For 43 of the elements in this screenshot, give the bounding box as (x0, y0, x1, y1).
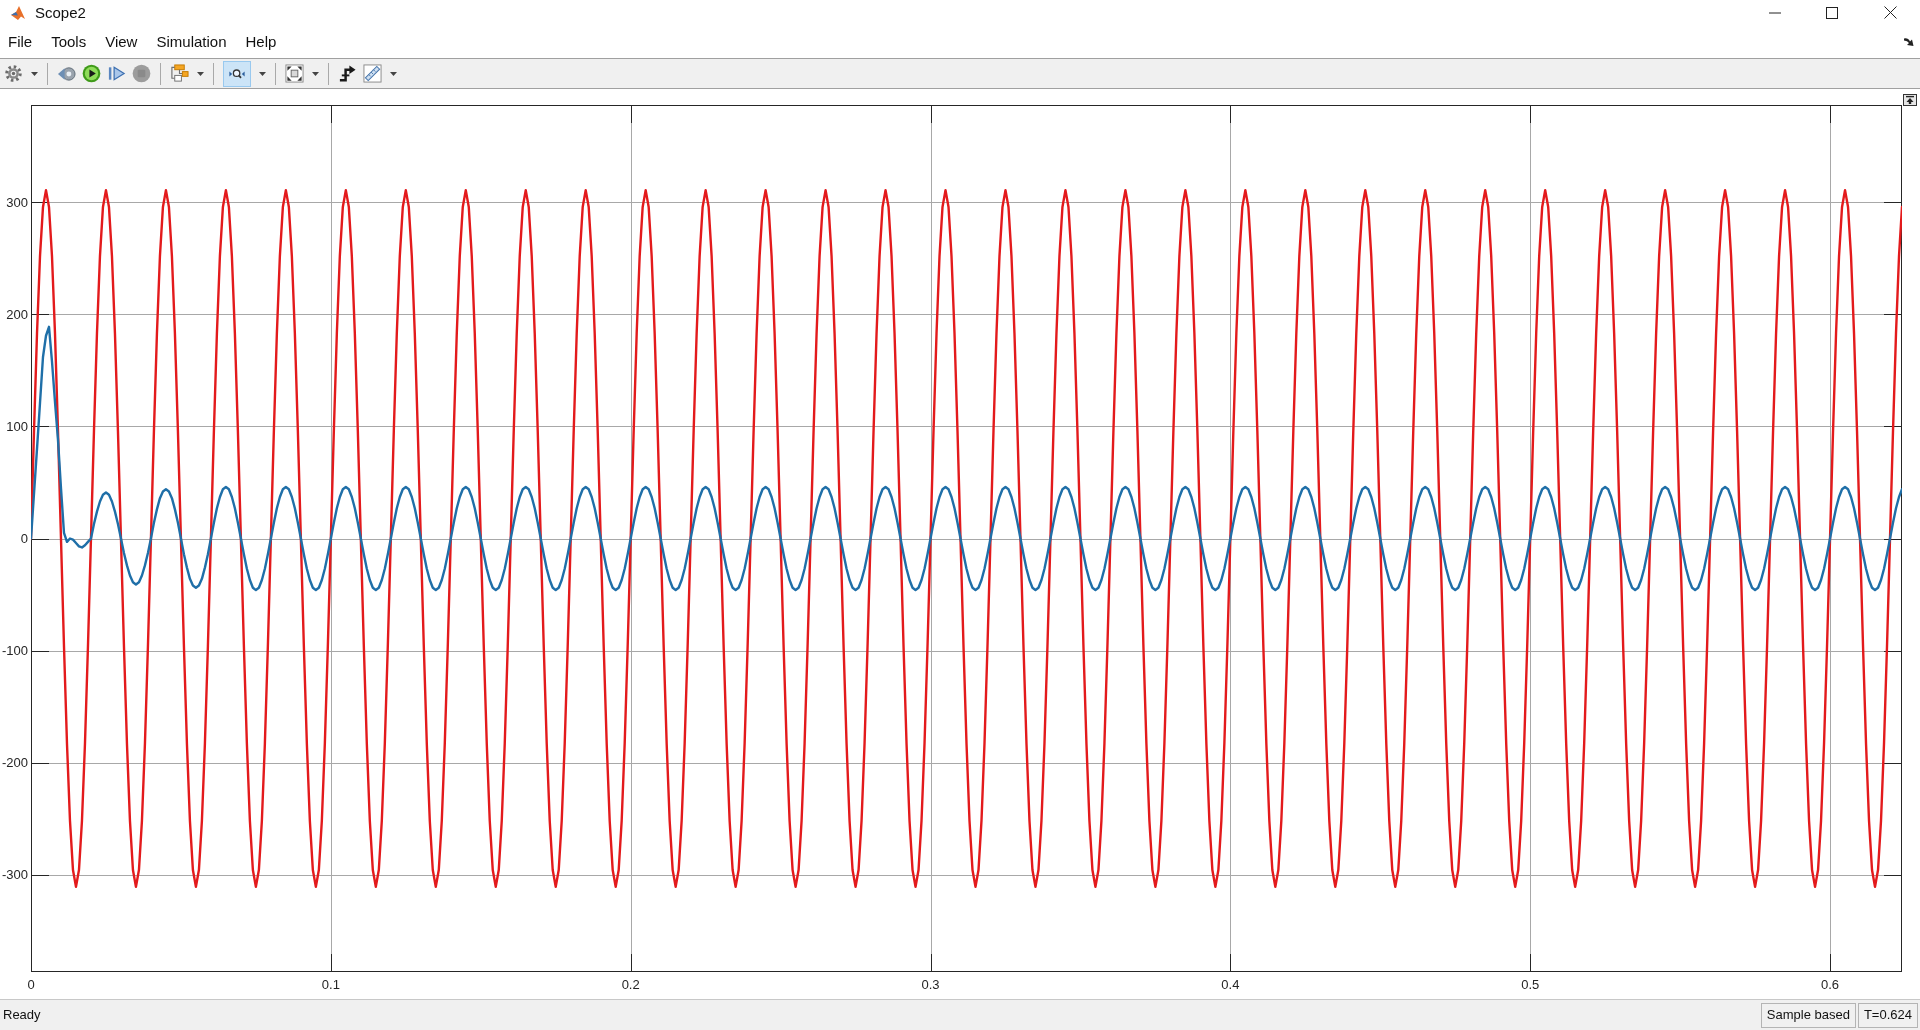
menu-item[interactable]: File (7, 34, 34, 49)
caret-icon[interactable] (390, 71, 397, 76)
x-tick-label: 0.3 (921, 977, 940, 992)
close-icon[interactable] (1884, 6, 1897, 19)
x-tick-label: 0.2 (621, 977, 640, 992)
caret-icon[interactable] (259, 71, 266, 76)
step-signal-icon[interactable] (338, 64, 357, 83)
y-tick-label: 200 (6, 306, 28, 322)
zoom-icon[interactable] (223, 60, 251, 87)
y-tick-label: 300 (6, 194, 28, 210)
caret-icon[interactable] (31, 71, 38, 76)
curved-arrow-icon[interactable] (1903, 36, 1915, 47)
ruler-icon[interactable] (363, 64, 382, 83)
maximize-icon[interactable] (1826, 6, 1838, 19)
up-arrow-box-icon[interactable] (1903, 94, 1917, 106)
menu-item[interactable]: Tools (50, 34, 88, 49)
y-tick-label: 100 (6, 419, 28, 434)
app-logo-icon (10, 4, 26, 21)
x-tick-label: 0 (27, 977, 35, 992)
menu-item[interactable]: Simulation (155, 34, 228, 49)
step-forward-icon[interactable] (107, 64, 126, 83)
y-tick-label: 0 (20, 531, 28, 546)
y-tick-label: -100 (1, 643, 28, 658)
step-back-icon[interactable] (57, 64, 76, 83)
caret-icon[interactable] (312, 71, 319, 76)
y-tick-label: -300 (1, 867, 28, 883)
menu-item[interactable]: Help (244, 34, 278, 49)
caret-icon[interactable] (197, 71, 204, 76)
status-field: T=0.624 (1857, 1002, 1918, 1028)
status-field: Sample based (1760, 1002, 1856, 1028)
x-tick-label: 0.5 (1521, 977, 1540, 992)
x-tick-label: 0.1 (321, 977, 340, 992)
play-icon[interactable] (82, 64, 101, 83)
x-tick-label: 0.6 (1821, 977, 1840, 992)
expand-arrows-icon[interactable] (285, 64, 304, 83)
window-title: Scope2 (35, 5, 86, 20)
blocks-icon[interactable] (170, 64, 189, 83)
menu-item[interactable]: View (104, 34, 139, 49)
y-tick-label: -200 (1, 755, 28, 771)
minimize-icon[interactable] (1769, 11, 1781, 14)
status-message: Ready (2, 1006, 41, 1025)
gear-icon[interactable] (4, 64, 23, 83)
x-tick-label: 0.4 (1221, 977, 1240, 992)
